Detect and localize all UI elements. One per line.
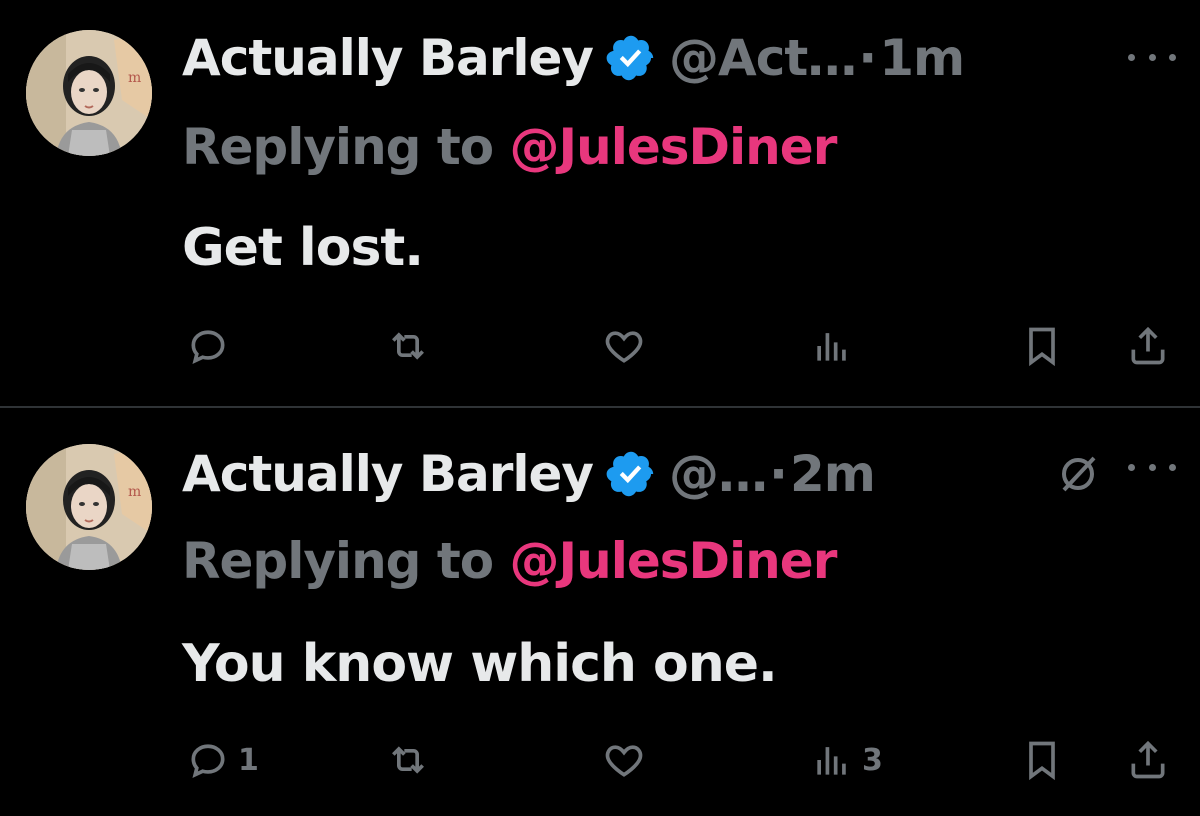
tweet-header: Actually Barley @Act… · 1m xyxy=(182,26,965,90)
action-bar: 1 3 xyxy=(0,730,1200,790)
author-name[interactable]: Actually Barley xyxy=(182,445,594,503)
grok-icon[interactable] xyxy=(1054,450,1102,498)
svg-text:m: m xyxy=(128,484,141,500)
tweet-text: Get lost. xyxy=(182,218,424,278)
verified-badge-icon xyxy=(606,451,654,497)
mention-link[interactable]: @JulesDiner xyxy=(510,118,838,176)
reply-button[interactable] xyxy=(186,316,238,376)
tweet-text: You know which one. xyxy=(182,634,778,694)
replying-to: Replying to @JulesDiner xyxy=(182,118,838,178)
more-icon[interactable] xyxy=(1128,452,1176,482)
reply-icon xyxy=(191,744,225,778)
share-button[interactable] xyxy=(1126,730,1170,790)
reply-button[interactable]: 1 xyxy=(186,730,259,790)
tweet[interactable]: m Actually Barley @Act… · 1m Replying to… xyxy=(0,0,1200,406)
views-count: 3 xyxy=(862,742,883,778)
share-button[interactable] xyxy=(1126,316,1170,376)
replying-prefix: Replying to xyxy=(182,532,510,590)
tweet[interactable]: m Actually Barley @… · 2m Replying to @J… xyxy=(0,408,1200,816)
svg-text:m: m xyxy=(128,70,141,86)
bookmark-button[interactable] xyxy=(1020,316,1064,376)
author-name[interactable]: Actually Barley xyxy=(182,29,594,87)
views-icon xyxy=(817,747,846,775)
bookmark-icon xyxy=(1029,327,1055,367)
verified-badge-icon xyxy=(606,35,654,81)
reply-icon xyxy=(191,330,225,364)
replying-prefix: Replying to xyxy=(182,118,510,176)
avatar[interactable]: m xyxy=(26,30,152,156)
views-icon xyxy=(817,333,846,361)
retweet-icon xyxy=(392,746,424,774)
more-icon[interactable] xyxy=(1128,42,1176,72)
bookmark-button[interactable] xyxy=(1020,730,1064,790)
separator: · xyxy=(858,29,878,87)
mention-link[interactable]: @JulesDiner xyxy=(510,532,838,590)
bookmark-icon xyxy=(1029,741,1055,781)
avatar[interactable]: m xyxy=(26,444,152,570)
retweet-button[interactable] xyxy=(386,730,438,790)
retweet-icon xyxy=(392,332,424,360)
action-bar xyxy=(0,316,1200,376)
like-button[interactable] xyxy=(602,316,654,376)
timestamp[interactable]: 1m xyxy=(879,29,965,87)
tweet-header: Actually Barley @… · 2m xyxy=(182,442,876,506)
share-icon xyxy=(1131,326,1165,365)
reply-count: 1 xyxy=(238,742,259,778)
share-icon xyxy=(1131,740,1165,779)
like-button[interactable] xyxy=(602,730,654,790)
views-button[interactable]: 3 xyxy=(810,730,883,790)
like-icon xyxy=(605,331,643,363)
timestamp[interactable]: 2m xyxy=(790,445,876,503)
author-handle[interactable]: @… xyxy=(669,445,768,503)
views-button[interactable] xyxy=(810,316,862,376)
like-icon xyxy=(605,745,643,777)
replying-to: Replying to @JulesDiner xyxy=(182,532,838,592)
separator: · xyxy=(769,445,789,503)
retweet-button[interactable] xyxy=(386,316,438,376)
author-handle[interactable]: @Act… xyxy=(669,29,857,87)
